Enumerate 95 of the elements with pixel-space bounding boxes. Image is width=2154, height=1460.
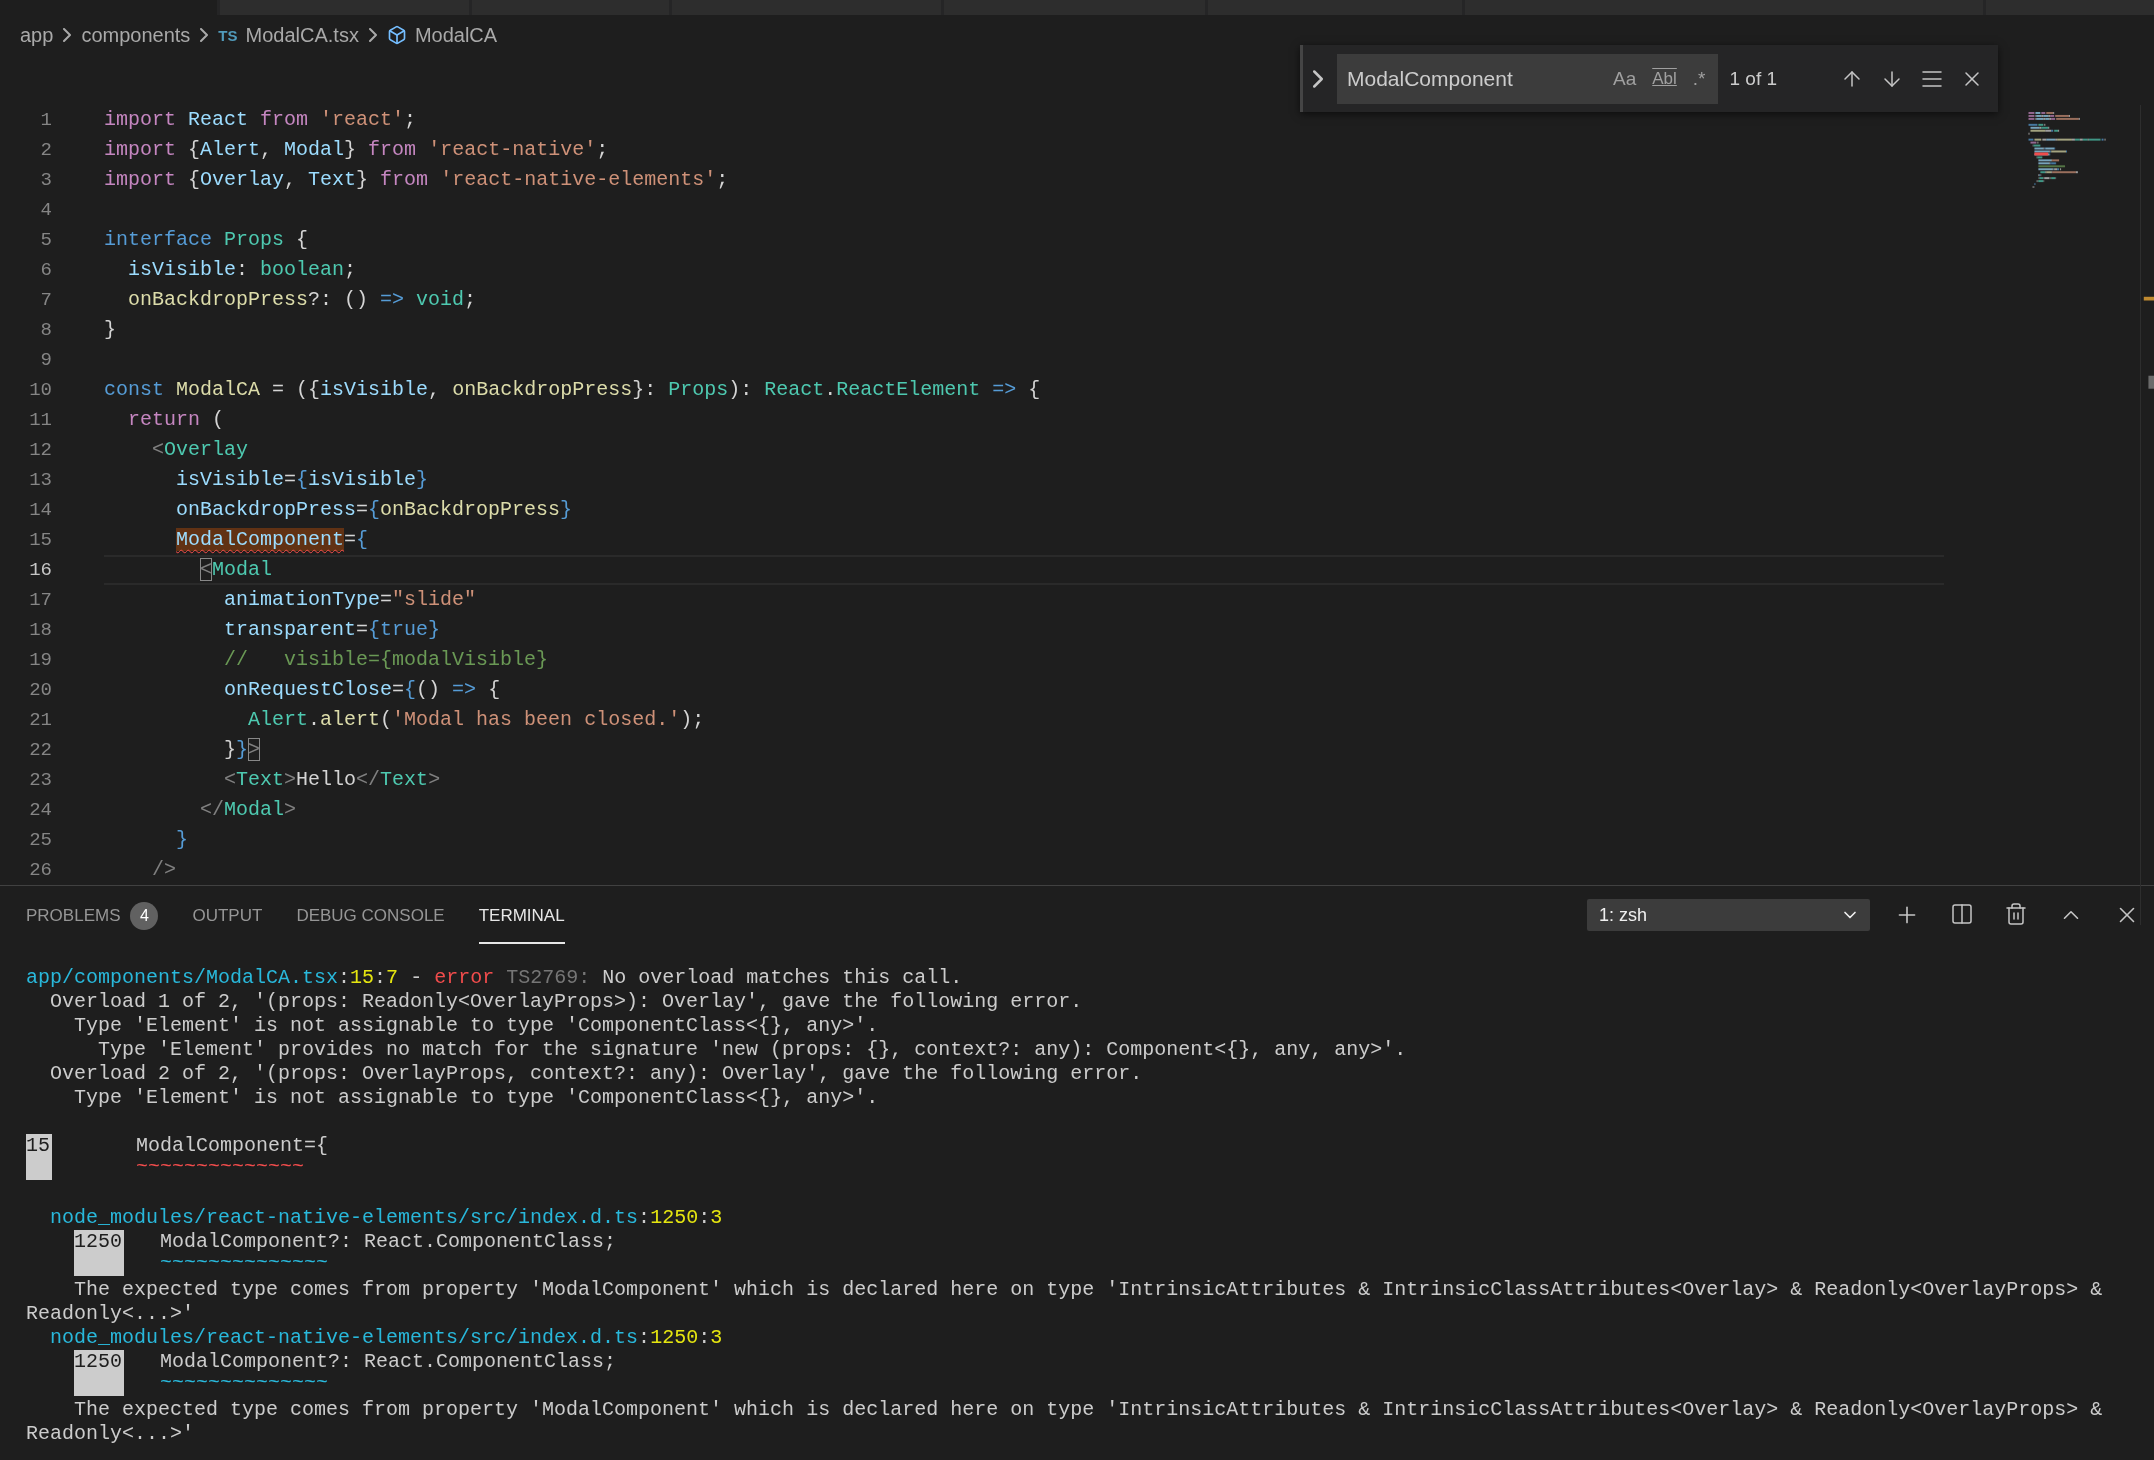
line-number-badge: 1250 (74, 1350, 124, 1396)
terminal-line: app/components/ModalCA.tsx:15:7 - error TS2769: No overload matches this call. (26, 966, 964, 990)
code-line: isVisible: boolean; (127, 257, 357, 283)
line-number: 14 (29, 498, 52, 523)
line-number: 25 (29, 828, 52, 853)
chevron-right-icon (1313, 69, 1323, 88)
terminal-line: Type 'Element' is not assignable to type 'ComponentClass<{}, any>'. (73, 1086, 880, 1110)
line-number: 3 (40, 168, 52, 193)
code-line: </Modal> (199, 797, 297, 823)
breadcrumb-item[interactable]: TS ModalCA.tsx (218, 23, 359, 47)
code-line: import {Alert, Modal} from 'react-native'; (104, 137, 609, 163)
line-number: 12 (29, 438, 52, 463)
find-input[interactable]: ModalComponent Aa Abl .* (1337, 53, 1718, 104)
breadcrumb-item[interactable]: app (20, 23, 54, 47)
code-line: // visible={modalVisible} (223, 647, 549, 673)
find-option[interactable]: Abl (1648, 65, 1681, 92)
line-number: 17 (29, 588, 52, 613)
terminal-line: The expected type comes from property 'ModalComponent' which is declared here on type 'IntrinsicAttributes & IntrinsicClassAttributes<Overlay> & Readonly<OverlayProps> & (73, 1278, 2104, 1302)
code-line: onRequestClose={() => { (223, 677, 501, 703)
line-number: 9 (40, 348, 52, 373)
terminal-line: Overload 2 of 2, '(props: OverlayProps, context?: any): Overlay', gave the following error. (49, 1062, 1144, 1086)
chevron-right-icon (368, 28, 377, 42)
line-number: 15 (29, 528, 52, 553)
code-line: interface Props { (104, 227, 309, 253)
line-number: 6 (40, 258, 52, 283)
code-line: } (175, 827, 189, 853)
line-number: 22 (29, 738, 52, 763)
line-number: 8 (40, 318, 52, 343)
line-number: 5 (40, 228, 52, 253)
match-count: 1 of 1 (1729, 67, 1779, 90)
code-line: /> (151, 857, 177, 883)
terminal-line: The expected type comes from property 'ModalComponent' which is declared here on type 'IntrinsicAttributes & IntrinsicClassAttributes<Overlay> & Readonly<OverlayProps> & (73, 1398, 2104, 1422)
line-number: 10 (29, 378, 52, 403)
terminal-line: node_modules/react-native-elements/src/index.d.ts:1250:3 (49, 1326, 724, 1350)
panel-tab[interactable]: DEBUG CONSOLE (296, 886, 445, 944)
line-number-badge: 15 (26, 1134, 52, 1180)
breadcrumb-item[interactable]: ModalCA (386, 23, 498, 47)
find-option[interactable]: Aa (1609, 64, 1641, 93)
line-number: 2 (40, 138, 52, 163)
minimap-drawing[interactable] (2028, 111, 2108, 189)
cube-icon (386, 25, 407, 45)
squiggle-underline: ~~~~~~~~~~~~~~ (135, 1158, 306, 1180)
line-number: 18 (29, 618, 52, 643)
file-type-label: TS (218, 26, 238, 44)
code-line: <Overlay (151, 437, 249, 463)
code-line: transparent={true} (223, 617, 441, 643)
line-number: 13 (29, 468, 52, 493)
line-number: 7 (40, 288, 52, 313)
code-line: isVisible={isVisible} (175, 467, 429, 493)
squiggle-underline: ~~~~~~~~~~~~~~ (159, 1254, 330, 1276)
line-number: 4 (40, 198, 52, 223)
code-line: import React from 'react'; (104, 107, 417, 133)
code-line: const ModalCA = ({isVisible, onBackdropPress}: Props): React.ReactElement => { (104, 377, 1041, 403)
terminal-line: ModalComponent?: React.ComponentClass; (159, 1350, 617, 1374)
terminal-line: Type 'Element' is not assignable to type 'ComponentClass<{}, any>'. (73, 1014, 880, 1038)
code-line: Alert.alert('Modal has been closed.'); (247, 707, 705, 733)
code-line: onBackdropPress={onBackdropPress} (175, 497, 573, 523)
panel-tab[interactable]: PROBLEMS 4 (26, 886, 159, 944)
terminal-select[interactable]: 1: zsh (1587, 899, 1870, 931)
terminal-line: Type 'Element' provides no match for the signature 'new (props: {}, context?: any): Component<{}, any, any>'. (97, 1038, 1408, 1062)
code-line: ModalComponent={ (175, 527, 369, 553)
code-line: return ( (127, 407, 225, 433)
chevron-right-icon (63, 28, 72, 42)
line-number: 19 (29, 648, 52, 673)
line-number: 11 (29, 408, 52, 433)
terminal-line: ModalComponent?: React.ComponentClass; (159, 1230, 617, 1254)
panel-tab[interactable]: TERMINAL (478, 886, 565, 944)
code-line: onBackdropPress?: () => void; (127, 287, 477, 313)
code-line: <Text>Hello</Text> (223, 767, 441, 793)
line-number: 16 (29, 558, 52, 583)
line-number: 23 (29, 768, 52, 793)
count-badge: 4 (130, 902, 159, 930)
line-number-badge: 1250 (74, 1230, 124, 1276)
find-option[interactable]: .* (1688, 64, 1710, 93)
terminal-line: Overload 1 of 2, '(props: Readonly<OverlayProps>): Overlay', gave the following error. (49, 990, 1084, 1014)
code-line: }}> (223, 737, 261, 763)
code-line: } (104, 317, 116, 343)
line-number: 21 (29, 708, 52, 733)
code-line: import {Overlay, Text} from 'react-native-elements'; (104, 167, 729, 193)
trash-icon (2004, 902, 2028, 926)
chevron-right-icon (200, 28, 209, 42)
panel-tab[interactable]: OUTPUT (192, 886, 263, 944)
line-number: 26 (29, 858, 52, 883)
terminal-line: ModalComponent={ (135, 1134, 329, 1158)
code-line: animationType="slide" (223, 587, 477, 613)
split-icon (1950, 902, 1974, 926)
squiggle-underline: ~~~~~~~~~~~~~~ (159, 1374, 330, 1396)
code-line: <Modal (199, 557, 273, 583)
terminal-line: Readonly<...>' (26, 1422, 196, 1446)
breadcrumb-item[interactable]: components (81, 23, 191, 47)
line-number: 1 (40, 108, 52, 133)
line-number: 24 (29, 798, 52, 823)
terminal-line: node_modules/react-native-elements/src/index.d.ts:1250:3 (49, 1206, 724, 1230)
terminal-line: Readonly<...>' (26, 1302, 196, 1326)
line-number: 20 (29, 678, 52, 703)
